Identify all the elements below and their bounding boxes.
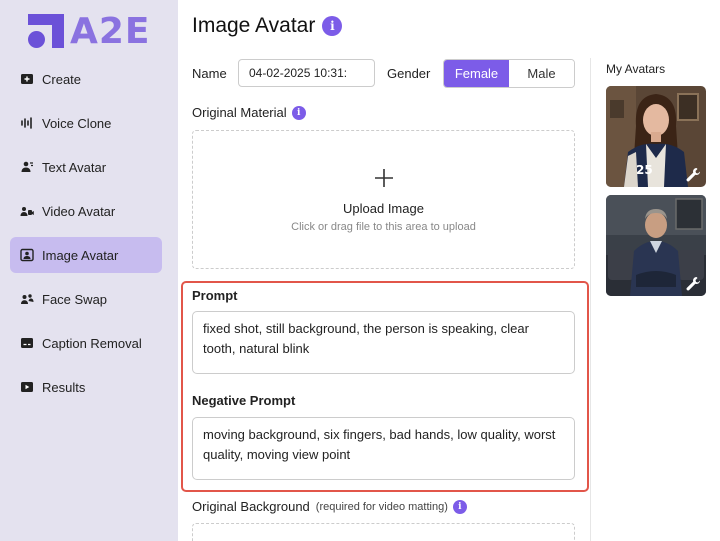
original-background-note: (required for video matting) [315,500,448,513]
name-input[interactable] [238,59,375,87]
play-box-icon [20,380,34,394]
gender-label: Gender [387,66,431,81]
wrench-icon[interactable] [684,275,702,293]
prompt-label: Prompt [192,288,238,303]
person-text-icon [20,160,34,174]
sidebar-item-results[interactable]: Results [10,369,162,405]
sidebar-item-voice-clone[interactable]: Voice Clone [10,105,162,141]
sidebar-item-face-swap[interactable]: Face Swap [10,281,162,317]
avatar-card-woman[interactable]: 25 [606,86,706,187]
original-background-label: Original Background (required for video … [192,499,467,514]
gender-male-button[interactable]: Male [509,60,574,87]
sidebar-item-label: Text Avatar [42,159,107,175]
plus-icon [375,169,393,187]
sidebar: A2E Create Voice Clone Text Avatar Video… [0,0,178,541]
brand-name: A2E [70,10,151,52]
avatar-card-man[interactable] [606,195,706,296]
info-icon[interactable]: i [322,16,343,36]
image-person-icon [20,248,34,262]
original-material-text: Original Material [192,105,287,120]
sidebar-item-label: Image Avatar [42,247,119,263]
panel-divider [590,58,591,541]
main-panel: Image Avatar i Name Gender Female Male O… [178,0,590,541]
sidebar-item-label: Voice Clone [42,115,112,131]
background-upload-dropzone[interactable] [192,523,575,541]
page-title-text: Image Avatar [192,14,316,37]
negative-prompt-textarea[interactable]: moving background, six fingers, bad hand… [192,417,575,480]
wrench-icon[interactable] [684,166,702,184]
sidebar-item-create[interactable]: Create [10,61,162,97]
gender-toggle: Female Male [443,59,575,88]
info-icon[interactable]: i [452,499,467,514]
face-swap-icon [20,292,34,306]
gender-female-button[interactable]: Female [444,60,509,87]
upload-hint: Click or drag file to this area to uploa… [291,221,476,233]
negative-prompt-label: Negative Prompt [192,393,296,408]
waveform-icon [20,116,34,130]
original-material-label: Original Material i [192,105,306,120]
sidebar-item-text-avatar[interactable]: Text Avatar [10,149,162,185]
sidebar-item-video-avatar[interactable]: Video Avatar [10,193,162,229]
my-avatars-title: My Avatars [606,62,666,76]
sidebar-item-caption-removal[interactable]: Caption Removal [10,325,162,361]
info-icon[interactable]: i [291,105,306,120]
sidebar-item-label: Results [42,379,86,395]
sidebar-item-label: Caption Removal [42,335,142,351]
name-label: Name [192,66,227,81]
prompt-textarea[interactable]: fixed shot, still background, the person… [192,311,575,374]
upload-dropzone[interactable]: Upload Image Click or drag file to this … [192,130,575,269]
sidebar-item-image-avatar[interactable]: Image Avatar [10,237,162,273]
brand-logo[interactable]: A2E [28,10,151,52]
logo-mark-icon [28,14,64,48]
upload-title: Upload Image [343,201,424,216]
sidebar-item-label: Face Swap [42,291,108,307]
sidebar-item-label: Video Avatar [42,203,116,219]
caption-icon [20,336,34,350]
video-person-icon [20,204,34,218]
svg-text:25: 25 [636,163,653,177]
sidebar-item-label: Create [42,71,82,87]
add-box-icon [20,72,34,86]
original-background-text: Original Background [192,499,310,514]
page-title: Image Avatar i [192,14,343,38]
